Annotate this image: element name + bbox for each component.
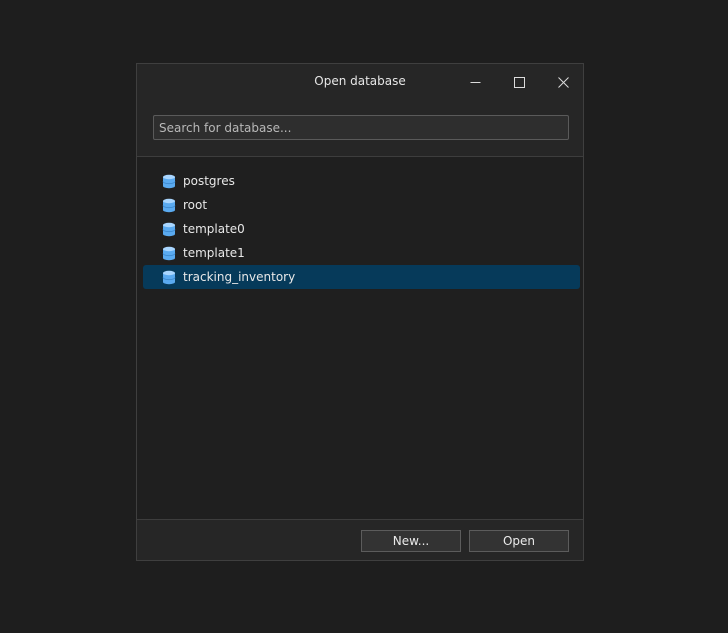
- open-database-dialog: Open database postgres: [136, 63, 584, 561]
- database-list: postgres root template0 template1 tracki…: [143, 169, 580, 289]
- close-button[interactable]: [541, 64, 585, 100]
- database-name: template0: [183, 222, 245, 236]
- close-icon: [557, 76, 569, 88]
- database-list-panel: postgres root template0 template1 tracki…: [137, 157, 583, 519]
- database-icon: [161, 221, 177, 237]
- database-item-postgres[interactable]: postgres: [143, 169, 580, 193]
- database-name: template1: [183, 246, 245, 260]
- database-item-root[interactable]: root: [143, 193, 580, 217]
- maximize-icon: [513, 76, 525, 88]
- database-item-tracking-inventory[interactable]: tracking_inventory: [143, 265, 580, 289]
- database-icon: [161, 245, 177, 261]
- dialog-footer: New... Open: [137, 519, 583, 560]
- search-input[interactable]: [154, 116, 568, 139]
- database-name: postgres: [183, 174, 235, 188]
- database-icon: [161, 173, 177, 189]
- database-icon: [161, 269, 177, 285]
- title-bar[interactable]: Open database: [137, 64, 583, 100]
- minimize-button[interactable]: [453, 64, 497, 100]
- maximize-button[interactable]: [497, 64, 541, 100]
- database-item-template1[interactable]: template1: [143, 241, 580, 265]
- minimize-icon: [470, 81, 480, 83]
- database-name: root: [183, 198, 208, 212]
- database-icon: [161, 197, 177, 213]
- database-name: tracking_inventory: [183, 270, 296, 284]
- database-item-template0[interactable]: template0: [143, 217, 580, 241]
- new-button[interactable]: New...: [361, 530, 461, 552]
- open-button[interactable]: Open: [469, 530, 569, 552]
- search-box: [153, 115, 569, 140]
